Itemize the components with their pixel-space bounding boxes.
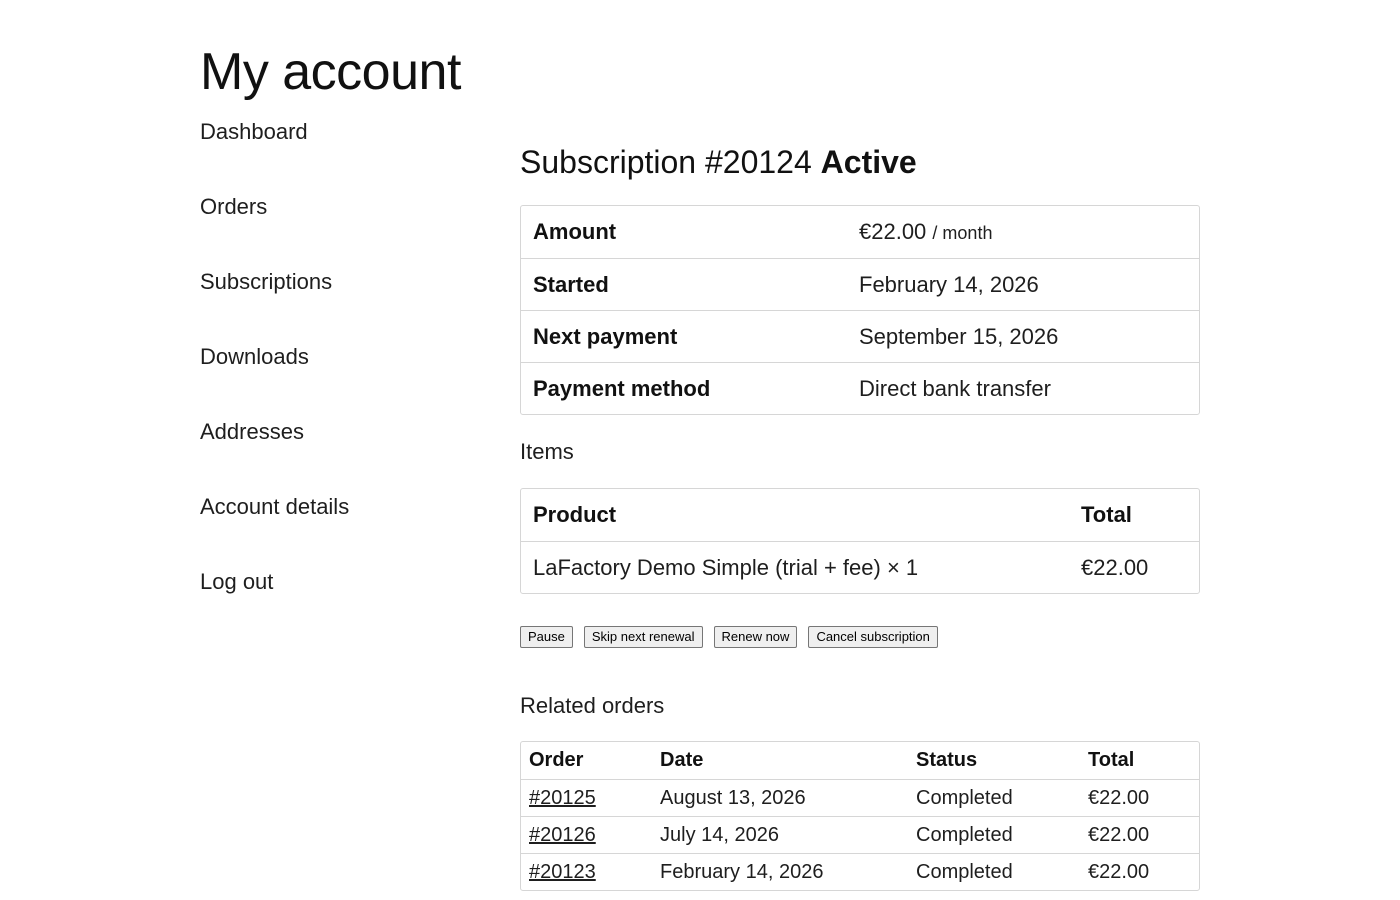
table-row: #20126 July 14, 2026 Completed €22.00 xyxy=(521,816,1199,853)
detail-row-next-payment: Next payment September 15, 2026 xyxy=(521,310,1199,362)
item-total: €22.00 xyxy=(1069,541,1199,593)
order-cell: #20126 xyxy=(521,816,652,853)
status-cell: Completed xyxy=(908,853,1080,890)
order-link[interactable]: #20123 xyxy=(529,861,596,883)
column-header-order: Order xyxy=(529,749,584,771)
detail-row-amount: Amount €22.00 / month xyxy=(521,206,1199,258)
pause-button[interactable]: Pause xyxy=(520,626,573,648)
cancel-subscription-button[interactable]: Cancel subscription xyxy=(808,626,938,648)
order-link[interactable]: #20126 xyxy=(529,824,596,846)
column-header-status: Status xyxy=(916,749,978,771)
nav-link-subscriptions[interactable]: Subscriptions xyxy=(200,267,332,297)
date-cell: February 14, 2026 xyxy=(652,853,908,890)
detail-value: Direct bank transfer xyxy=(847,362,1199,414)
item-row: LaFactory Demo Simple (trial + fee) × 1 … xyxy=(521,541,1199,593)
detail-row-payment-method: Payment method Direct bank transfer xyxy=(521,362,1199,414)
nav-item-subscriptions: Subscriptions xyxy=(200,267,460,342)
column-header-date: Date xyxy=(660,749,704,771)
items-table: Product Total LaFactory Demo Simple (tri… xyxy=(520,488,1200,594)
column-header-total: Total xyxy=(1088,749,1135,771)
nav-item-account-details: Account details xyxy=(200,492,460,567)
nav-link-orders[interactable]: Orders xyxy=(200,192,267,222)
nav-link-log-out[interactable]: Log out xyxy=(200,567,273,597)
subscription-details-table: Amount €22.00 / month Started February 1… xyxy=(520,205,1200,415)
total-cell: €22.00 xyxy=(1080,816,1199,853)
detail-label: Started xyxy=(521,258,847,310)
subscription-heading: Subscription #20124 Active xyxy=(520,140,1200,184)
status-cell: Completed xyxy=(908,816,1080,853)
order-cell: #20125 xyxy=(521,779,652,816)
subscription-status: Active xyxy=(820,144,917,180)
nav-item-log-out: Log out xyxy=(200,567,460,642)
account-navigation: Dashboard Orders Subscriptions Downloads… xyxy=(200,117,460,642)
detail-value: €22.00 / month xyxy=(847,206,1199,258)
orders-header-row: Order Date Status Total xyxy=(521,742,1199,779)
order-cell: #20123 xyxy=(521,853,652,890)
detail-label: Next payment xyxy=(521,310,847,362)
nav-link-addresses[interactable]: Addresses xyxy=(200,417,304,447)
page-title: My account xyxy=(200,43,461,101)
nav-item-dashboard: Dashboard xyxy=(200,117,460,192)
detail-value: February 14, 2026 xyxy=(847,258,1199,310)
total-cell: €22.00 xyxy=(1080,853,1199,890)
nav-item-downloads: Downloads xyxy=(200,342,460,417)
item-product: LaFactory Demo Simple (trial + fee) × 1 xyxy=(521,541,1069,593)
related-orders-table: Order Date Status Total #20125 August 13… xyxy=(520,741,1200,891)
subscription-content: Subscription #20124 Active Amount €22.00… xyxy=(520,140,1200,891)
date-cell: July 14, 2026 xyxy=(652,816,908,853)
table-row: #20123 February 14, 2026 Completed €22.0… xyxy=(521,853,1199,890)
renew-now-button[interactable]: Renew now xyxy=(713,626,798,648)
detail-label: Payment method xyxy=(521,362,847,414)
nav-item-addresses: Addresses xyxy=(200,417,460,492)
amount-period: / month xyxy=(932,223,993,243)
nav-link-downloads[interactable]: Downloads xyxy=(200,342,309,372)
subscription-title: Subscription #20124 xyxy=(520,144,812,180)
column-header-product: Product xyxy=(533,502,617,527)
date-cell: August 13, 2026 xyxy=(652,779,908,816)
nav-link-dashboard[interactable]: Dashboard xyxy=(200,117,308,147)
table-row: #20125 August 13, 2026 Completed €22.00 xyxy=(521,779,1199,816)
subscription-actions: Pause Skip next renewal Renew now Cancel… xyxy=(520,626,1200,648)
status-cell: Completed xyxy=(908,779,1080,816)
detail-row-started: Started February 14, 2026 xyxy=(521,258,1199,310)
nav-item-orders: Orders xyxy=(200,192,460,267)
nav-link-account-details[interactable]: Account details xyxy=(200,492,349,522)
amount-value: €22.00 xyxy=(859,219,927,244)
detail-label: Amount xyxy=(533,219,617,244)
column-header-total: Total xyxy=(1081,502,1132,527)
detail-value: September 15, 2026 xyxy=(847,310,1199,362)
skip-next-renewal-button[interactable]: Skip next renewal xyxy=(583,626,703,648)
items-header-row: Product Total xyxy=(521,489,1199,541)
related-orders-heading: Related orders xyxy=(520,693,665,718)
total-cell: €22.00 xyxy=(1080,779,1199,816)
items-heading: Items xyxy=(520,439,574,464)
order-link[interactable]: #20125 xyxy=(529,787,596,809)
